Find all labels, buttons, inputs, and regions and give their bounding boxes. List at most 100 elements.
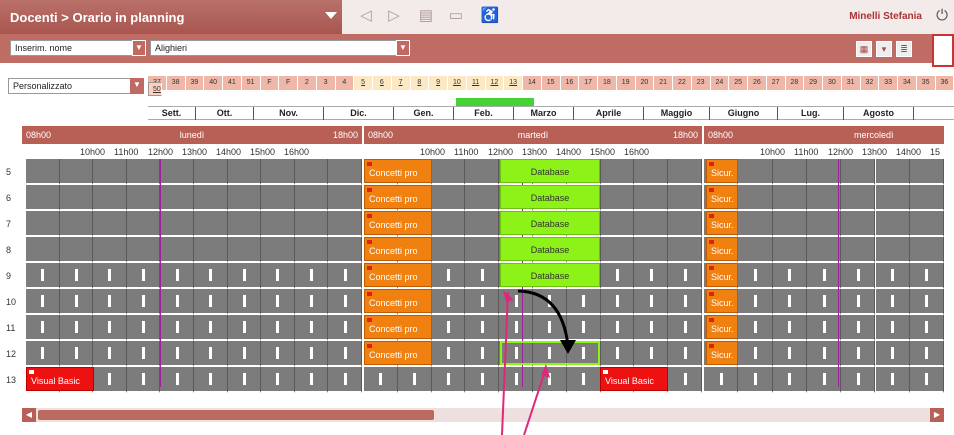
time-cell[interactable] (841, 211, 876, 237)
time-cell[interactable] (294, 185, 329, 211)
time-cell[interactable] (566, 315, 601, 341)
time-cell[interactable] (126, 185, 161, 211)
scroll-right-icon[interactable]: ▶ (930, 408, 944, 422)
time-cell[interactable] (126, 263, 161, 289)
time-cell[interactable] (533, 289, 567, 315)
time-cell[interactable] (160, 185, 194, 211)
chevron-down-icon[interactable]: ▼ (396, 40, 410, 56)
time-cell[interactable] (465, 237, 500, 263)
time-cell[interactable] (93, 367, 127, 393)
time-cell[interactable] (875, 237, 910, 263)
time-cell[interactable] (841, 159, 876, 185)
teacher-select[interactable]: Alighieri ▼ (150, 40, 410, 56)
time-cell[interactable] (227, 289, 262, 315)
time-cell[interactable] (328, 237, 362, 263)
time-cell[interactable] (806, 237, 842, 263)
time-cell[interactable] (668, 263, 702, 289)
time-cell[interactable] (841, 263, 876, 289)
time-cell[interactable] (738, 315, 773, 341)
time-cell[interactable] (294, 159, 329, 185)
time-cell[interactable] (431, 289, 466, 315)
time-cell[interactable] (59, 341, 94, 367)
time-cell[interactable] (909, 289, 945, 315)
report-icon[interactable]: ▤ (416, 6, 436, 26)
week-cell[interactable]: 24 (710, 76, 730, 90)
time-cell[interactable] (294, 211, 329, 237)
week-cell[interactable]: 40 (204, 76, 223, 90)
time-cell[interactable] (738, 289, 773, 315)
time-cell[interactable] (533, 315, 567, 341)
time-cell[interactable] (227, 315, 262, 341)
time-cell[interactable] (59, 315, 94, 341)
time-cell[interactable] (499, 289, 533, 315)
lesson-block-concetti[interactable]: Concetti pro (364, 263, 432, 287)
prev-icon[interactable]: ◁ (356, 6, 376, 26)
scroll-left-icon[interactable]: ◀ (22, 408, 36, 422)
lesson-block-database[interactable]: Database (500, 211, 600, 235)
time-cell[interactable] (431, 367, 466, 393)
time-cell[interactable] (875, 185, 910, 211)
time-cell[interactable] (772, 289, 807, 315)
time-cell[interactable] (93, 185, 127, 211)
time-cell[interactable] (59, 237, 94, 263)
week-cell[interactable]: 5 (354, 76, 373, 90)
time-cell[interactable] (465, 159, 500, 185)
time-cell[interactable] (328, 315, 362, 341)
time-cell[interactable] (738, 367, 773, 393)
name-select[interactable]: Inserim. nome ▼ (10, 40, 146, 56)
time-cell[interactable] (841, 185, 876, 211)
lesson-block-concetti[interactable]: Concetti pro (364, 185, 432, 209)
power-icon[interactable]: ⏻ (936, 7, 948, 24)
time-cell[interactable] (227, 185, 262, 211)
time-cell[interactable] (806, 185, 842, 211)
time-cell[interactable] (261, 315, 295, 341)
time-cell[interactable] (909, 367, 945, 393)
week-cell[interactable]: 3 (316, 76, 336, 90)
time-cell[interactable] (194, 211, 228, 237)
time-cell[interactable] (841, 315, 876, 341)
time-cell[interactable] (194, 315, 228, 341)
grid-view-icon[interactable]: ▦ (856, 41, 872, 57)
time-cell[interactable] (294, 263, 329, 289)
time-cell[interactable] (465, 341, 500, 367)
time-cell[interactable] (465, 289, 500, 315)
lesson-block-concetti[interactable]: Concetti pro (364, 315, 432, 339)
time-cell[interactable] (875, 211, 910, 237)
time-cell[interactable] (533, 367, 567, 393)
time-cell[interactable] (600, 159, 635, 185)
time-cell[interactable] (634, 211, 669, 237)
lesson-block-concetti[interactable]: Concetti pro (364, 159, 432, 183)
time-cell[interactable] (668, 367, 702, 393)
week-cell[interactable]: 13 (504, 76, 523, 90)
time-cell[interactable] (294, 289, 329, 315)
time-cell[interactable] (909, 159, 945, 185)
lesson-block-visual-basic[interactable]: Visual Basic (600, 367, 668, 391)
time-cell[interactable] (909, 185, 945, 211)
scroll-thumb[interactable] (38, 410, 434, 420)
time-cell[interactable] (59, 159, 94, 185)
time-cell[interactable] (126, 289, 161, 315)
time-cell[interactable] (909, 211, 945, 237)
planning-view-icon[interactable] (932, 34, 954, 67)
time-cell[interactable] (194, 367, 228, 393)
lesson-block-concetti[interactable]: Concetti pro (364, 341, 432, 365)
time-cell[interactable] (600, 263, 635, 289)
time-cell[interactable] (261, 159, 295, 185)
week-cell[interactable]: 25 (729, 76, 748, 90)
week-cell[interactable]: 34 (898, 76, 917, 90)
time-cell[interactable] (738, 237, 773, 263)
week-cell[interactable]: 16 (560, 76, 580, 90)
time-cell[interactable] (806, 341, 842, 367)
time-cell[interactable] (194, 289, 228, 315)
time-cell[interactable] (806, 367, 842, 393)
lesson-block-sicur[interactable]: Sicur. (706, 185, 738, 209)
time-cell[interactable] (160, 289, 194, 315)
time-cell[interactable] (59, 185, 94, 211)
week-cell[interactable]: 22 (673, 76, 692, 90)
week-cell[interactable]: 23 (691, 76, 711, 90)
time-cell[interactable] (668, 289, 702, 315)
time-cell[interactable] (261, 185, 295, 211)
time-cell[interactable] (841, 367, 876, 393)
time-cell[interactable] (126, 315, 161, 341)
time-cell[interactable] (875, 341, 910, 367)
